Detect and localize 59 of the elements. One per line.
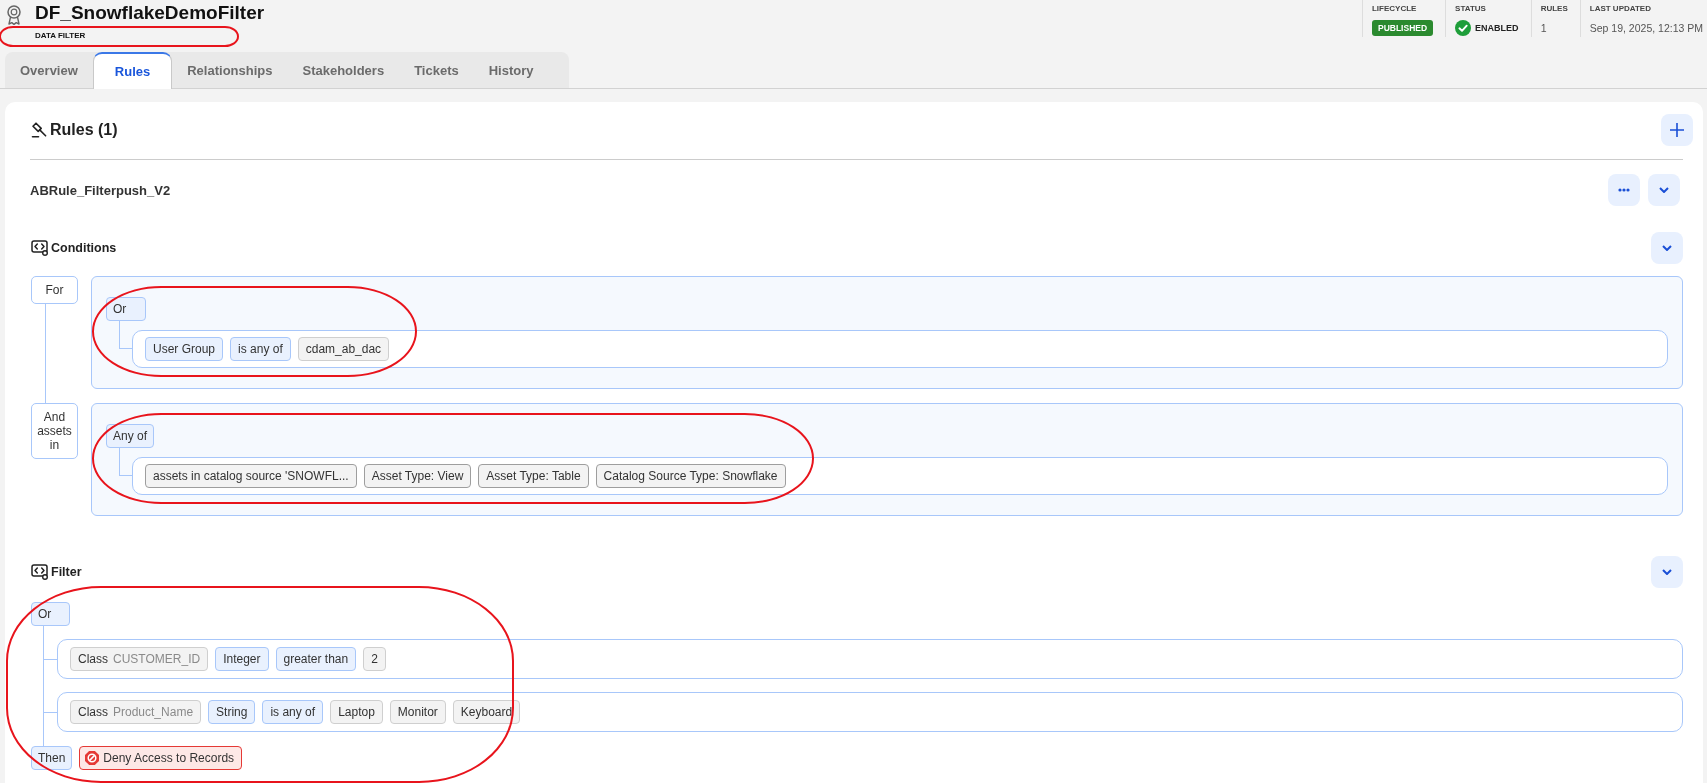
operator-tag: greater than [275, 647, 357, 671]
asset-tag: Asset Type: Table [478, 464, 589, 488]
logic-operator: Or [106, 297, 146, 321]
clause-label: For [31, 276, 78, 304]
meta-label: LAST UPDATED [1589, 3, 1652, 15]
chevron-down-icon [1659, 187, 1669, 193]
code-icon [31, 240, 49, 256]
value-tag: Monitor [389, 700, 446, 724]
section-heading: Conditions [51, 241, 117, 255]
medal-icon [6, 5, 22, 25]
meta-value: 1 [1540, 22, 1547, 34]
gavel-icon [31, 122, 47, 138]
class-tag: Class CUSTOMER_ID [70, 647, 209, 671]
expand-button[interactable] [1651, 556, 1683, 588]
tab[interactable]: History [473, 52, 549, 88]
class-tag: Class Product_Name [70, 700, 202, 724]
tab[interactable]: Rules [92, 52, 173, 89]
chevron-down-icon [1662, 569, 1672, 575]
chevron-down-icon [1662, 245, 1672, 251]
section-title: Rules (1) [50, 121, 118, 139]
attribute-tag: User Group [145, 337, 224, 361]
tab[interactable]: Relationships [172, 52, 288, 88]
type-label: DATA FILTER [35, 31, 86, 41]
meta-label: LIFECYCLE [1372, 3, 1418, 15]
clause-label: And assets in [31, 403, 78, 459]
meta-value: Sep 19, 2025, 12:13 PM [1589, 22, 1703, 34]
meta-label: RULES [1540, 3, 1568, 15]
value-tag: Keyboard [452, 700, 521, 724]
meta-label: STATUS [1455, 3, 1487, 15]
value-tag: cdam_ab_dac [297, 337, 390, 361]
type-tag: String [208, 700, 256, 724]
status-text: ENABLED [1475, 23, 1519, 33]
ellipsis-icon [1618, 188, 1630, 192]
add-button[interactable] [1661, 114, 1693, 146]
operator-tag: is any of [230, 337, 291, 361]
type-tag: Integer [215, 647, 269, 671]
code-icon [31, 564, 49, 580]
plus-icon [1669, 122, 1685, 138]
rule-name: ABRule_Filterpush_V2 [30, 182, 171, 198]
status-badge: PUBLISHED [1372, 20, 1434, 36]
action-text: Deny Access to Records [103, 751, 235, 765]
tab[interactable]: Overview [5, 52, 93, 88]
operator-tag: is any of [262, 700, 324, 724]
logic-operator: Any of [106, 424, 155, 448]
value-tag: Laptop [330, 700, 383, 724]
logic-operator: Or [31, 602, 70, 626]
no-entry-icon [85, 751, 100, 765]
asset-tag: Catalog Source Type: Snowflake [595, 464, 786, 488]
expand-button[interactable] [1648, 174, 1680, 206]
section-heading: Filter [51, 565, 82, 579]
expand-button[interactable] [1651, 232, 1683, 264]
then-label: Then [31, 746, 73, 770]
asset-tag: Asset Type: View [363, 464, 472, 488]
asset-tag: assets in catalog source 'SNOWFL... [145, 464, 357, 488]
value-tag: 2 [363, 647, 386, 671]
tab[interactable]: Tickets [399, 52, 474, 88]
page-title: DF_SnowflakeDemoFilter [35, 2, 265, 24]
tab[interactable]: Stakeholders [287, 52, 400, 88]
check-circle-icon [1455, 20, 1472, 36]
